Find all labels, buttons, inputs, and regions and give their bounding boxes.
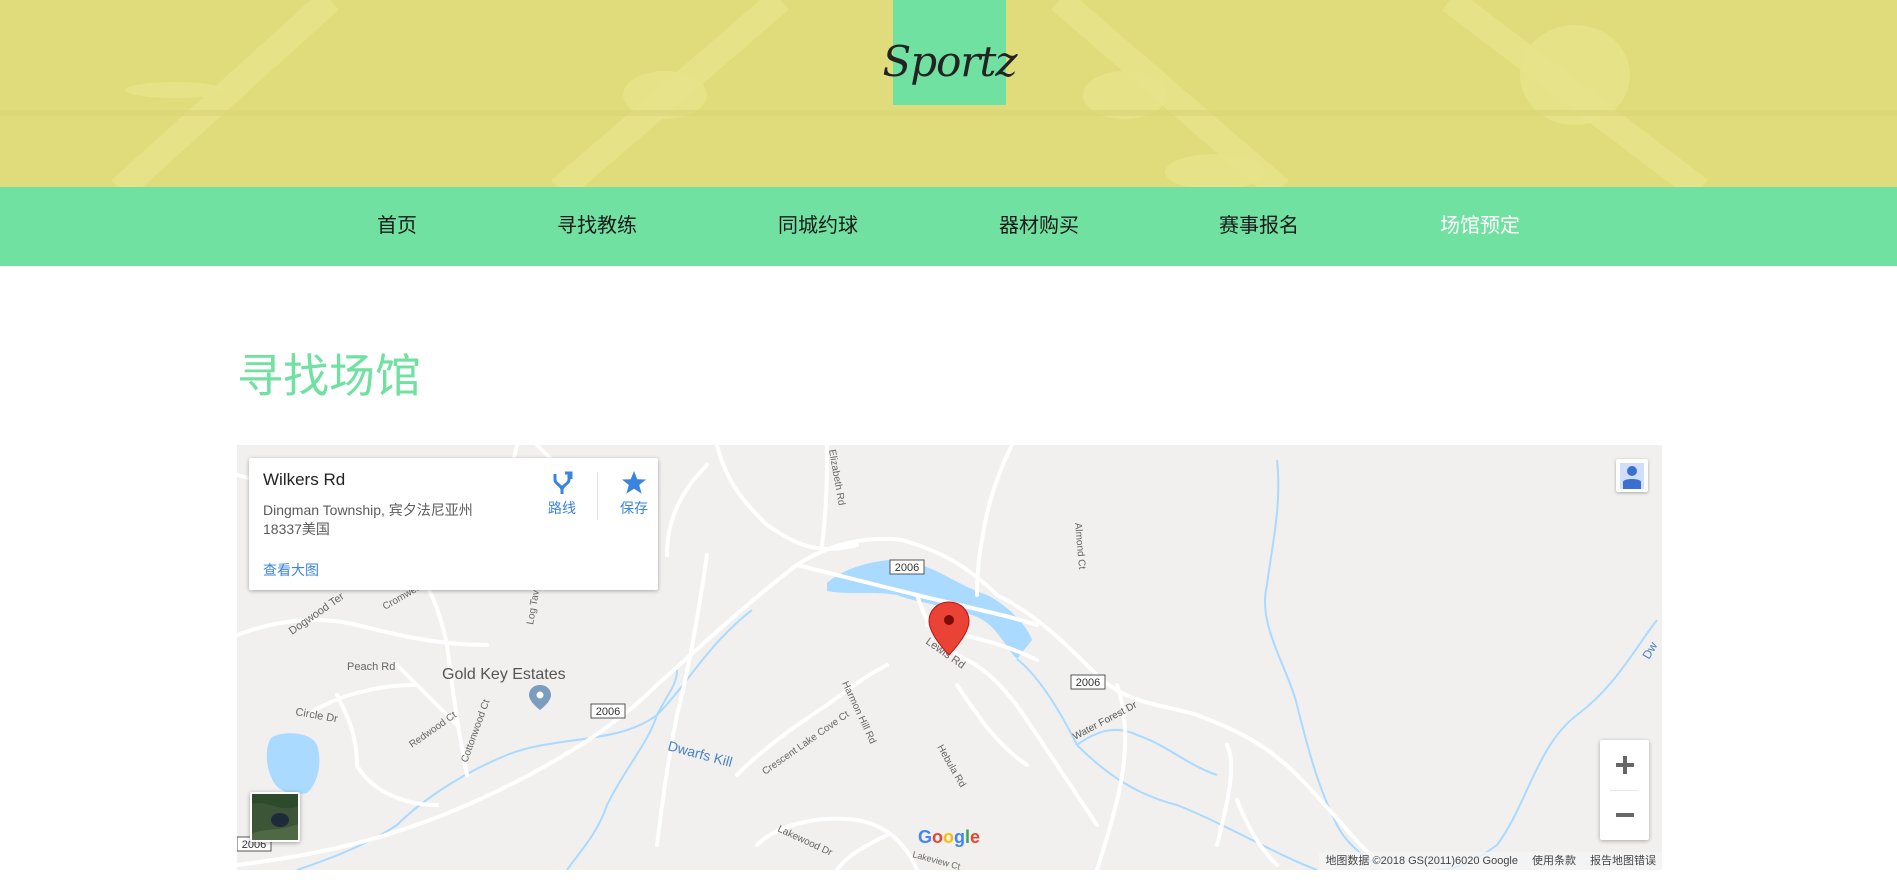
nav-item-venue-booking[interactable]: 场馆预定 (1440, 187, 1520, 266)
section-title: 寻找场馆 (237, 350, 421, 402)
directions-button[interactable]: 路线 (534, 466, 590, 526)
plus-icon (1615, 756, 1634, 774)
route-shield-label: 2006 (895, 562, 919, 574)
google-map[interactable]: 2006 2006 2006 2006 Peach Rd Circle Dr D… (237, 445, 1662, 870)
address-line: Dingman Township, 宾夕法尼亚州 (263, 502, 473, 518)
nav-item-tournament[interactable]: 赛事报名 (1219, 187, 1299, 266)
terms-link[interactable]: 使用条款 (1532, 852, 1576, 870)
street-label: Dogwood Ter (287, 590, 347, 637)
route-shield-label: 2006 (1076, 677, 1100, 689)
street-label: Almond Ct (1072, 522, 1087, 570)
info-card-divider (597, 472, 598, 520)
minus-icon (1615, 813, 1634, 817)
street-view-pegman-button[interactable] (1616, 459, 1648, 492)
street-label: Lakeview Ct (911, 849, 961, 870)
street-label: Elizabeth Rd (826, 449, 847, 507)
nav-item-home[interactable]: 首页 (377, 187, 417, 266)
pegman-icon (1620, 462, 1644, 489)
directions-label: 路线 (548, 500, 576, 516)
zoom-in-button[interactable] (1600, 740, 1649, 790)
map-footer: 地图数据 ©2018 GS(2011)6020 Google 使用条款 报告地图… (1319, 852, 1662, 870)
google-logo: Google (918, 827, 981, 847)
street-label: Circle Dr (294, 706, 339, 725)
report-error-link[interactable]: 报告地图错误 (1590, 852, 1656, 870)
place-info-card: Wilkers Rd Dingman Township, 宾夕法尼亚州 1833… (249, 458, 658, 590)
street-label: Cottonwood Ct (459, 698, 492, 764)
zoom-out-button[interactable] (1600, 790, 1649, 840)
nav-item-local-match[interactable]: 同城约球 (778, 187, 858, 266)
street-label: Log Tav (525, 589, 542, 625)
street-label: Peach Rd (347, 661, 395, 673)
map-attribution: 地图数据 ©2018 GS(2011)6020 Google (1325, 855, 1518, 867)
place-address: Dingman Township, 宾夕法尼亚州 18337美国 (263, 501, 503, 539)
star-icon (622, 471, 646, 494)
street-label: Redwood Ct (407, 710, 459, 751)
main-navigation: 首页 寻找教练 同城约球 器材购买 赛事报名 场馆预定 (0, 187, 1897, 266)
logo-text: Sportz (882, 37, 1017, 86)
zoom-controls (1600, 740, 1649, 840)
satellite-preview-icon (252, 794, 298, 840)
satellite-toggle-button[interactable] (250, 792, 300, 842)
street-label: Water Forest Dr (1071, 699, 1139, 742)
place-marker-icon[interactable] (529, 685, 551, 710)
place-label: Gold Key Estates (442, 666, 566, 683)
hero-banner: Sportz (0, 0, 1897, 187)
nav-item-find-coach[interactable]: 寻找教练 (557, 187, 637, 266)
address-line: 18337美国 (263, 521, 330, 537)
save-button[interactable]: 保存 (606, 466, 662, 526)
stream-label: Dwarfs Kill (666, 737, 734, 770)
view-larger-map-link[interactable]: 查看大图 (263, 560, 319, 580)
street-label: Lakewood Dr (776, 824, 835, 859)
site-logo[interactable]: Sportz (882, 0, 1018, 105)
street-label: Hebula Rd (934, 743, 967, 789)
stream-label: Dw (1639, 639, 1660, 661)
nav-item-equipment[interactable]: 器材购买 (999, 187, 1079, 266)
save-label: 保存 (620, 500, 648, 516)
place-title: Wilkers Rd (263, 470, 346, 489)
route-shield-label: 2006 (596, 706, 620, 718)
directions-icon (553, 471, 573, 494)
